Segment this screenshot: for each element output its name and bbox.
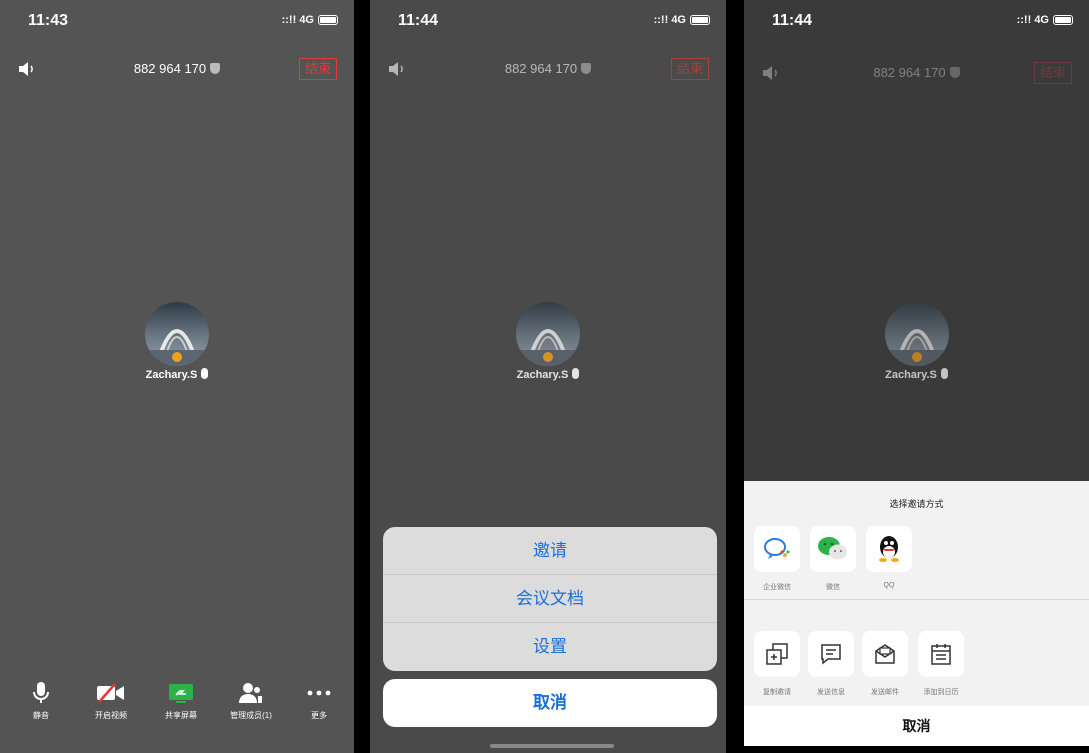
- send-mail-option[interactable]: 发送邮件: [858, 631, 912, 697]
- meeting-topbar: 882 964 170 结束: [370, 58, 726, 82]
- avatar: [516, 302, 580, 366]
- shield-icon: [581, 63, 592, 74]
- wecom-icon: [754, 526, 800, 572]
- copy-invite-option[interactable]: 复制邀请: [750, 631, 804, 697]
- status-time: 11:43: [28, 12, 69, 29]
- host-badge-icon: [911, 352, 922, 362]
- meeting-id-text: 882 964 170: [504, 61, 578, 76]
- meeting-toolbar: 静音 开启视频 共享屏幕 管理成员(1) 更多: [0, 680, 354, 730]
- manage-members-label: 管理成员(1): [230, 711, 272, 720]
- start-video-label: 开启视频: [95, 711, 127, 720]
- wechat-label: 微信: [826, 584, 840, 591]
- send-message-option[interactable]: 发送信息: [804, 631, 858, 697]
- wecom-option[interactable]: 企业微信: [750, 526, 804, 592]
- more-button[interactable]: 更多: [284, 680, 354, 721]
- more-action-sheet: 邀请 会议文档 设置: [383, 527, 717, 671]
- shield-icon: [210, 63, 221, 74]
- share-screen-label: 共享屏幕: [165, 711, 197, 720]
- battery-icon: [690, 15, 710, 25]
- send-message-label: 发送信息: [817, 689, 845, 696]
- qq-icon: [866, 526, 912, 572]
- meeting-screen-more-menu: 11:44 ::!! 4G 882 964 170 结束 Zachary.S 邀…: [370, 0, 726, 753]
- host-badge-icon: [172, 352, 182, 362]
- share-sheet-title: 选择邀请方式: [889, 499, 944, 509]
- battery-icon: [318, 15, 338, 25]
- shield-icon: [949, 67, 960, 78]
- participant-tile: Zachary.S: [370, 302, 726, 381]
- wechat-option[interactable]: 微信: [806, 526, 860, 592]
- mic-status-icon: [940, 368, 948, 379]
- qq-label: QQ: [883, 582, 895, 589]
- meeting-topbar: 882 964 170 结束: [0, 58, 354, 82]
- network-type: 4G: [671, 14, 686, 26]
- home-indicator[interactable]: [490, 744, 614, 748]
- members-icon: [216, 680, 286, 706]
- qq-option[interactable]: QQ: [862, 526, 916, 589]
- meeting-id-text: 882 964 170: [133, 61, 207, 76]
- host-badge-icon: [543, 352, 553, 362]
- participant-name-text: Zachary.S: [885, 369, 937, 381]
- mute-label: 静音: [33, 711, 49, 720]
- network-type: 4G: [299, 14, 314, 26]
- participant-tile: Zachary.S: [744, 302, 1089, 381]
- settings-menu-item[interactable]: 设置: [383, 623, 717, 671]
- status-bar: 11:44 ::!! 4G: [744, 0, 1089, 40]
- battery-icon: [1053, 15, 1073, 25]
- add-calendar-option[interactable]: 添加到日历: [914, 631, 968, 697]
- end-meeting-button: 结束: [1033, 62, 1072, 84]
- invite-menu-item[interactable]: 邀请: [383, 527, 717, 575]
- share-screen-button[interactable]: 共享屏幕: [146, 680, 216, 721]
- sheet-divider: [744, 599, 1089, 600]
- avatar: [145, 302, 209, 366]
- meeting-docs-menu-item[interactable]: 会议文档: [383, 575, 717, 623]
- cancel-button[interactable]: 取消: [744, 706, 1089, 746]
- more-icon: [284, 680, 354, 706]
- status-time: 11:44: [398, 12, 439, 29]
- meeting-screen-invite-sheet: 11:44 ::!! 4G 882 964 170 结束 Zachary.S 选…: [744, 0, 1089, 746]
- participant-name: Zachary.S: [744, 368, 1089, 381]
- avatar: [884, 302, 949, 366]
- meeting-screen-default: 11:43 ::!! 4G 882 964 170 结束 Zachary.S 静…: [0, 0, 354, 753]
- add-calendar-label: 添加到日历: [923, 689, 959, 696]
- start-video-button[interactable]: 开启视频: [76, 680, 146, 721]
- mail-icon: [862, 631, 908, 677]
- status-bar: 11:44 ::!! 4G: [370, 0, 726, 40]
- mic-status-icon: [572, 368, 580, 379]
- meeting-id-text: 882 964 170: [873, 65, 946, 80]
- cancel-button[interactable]: 取消: [383, 679, 717, 727]
- calendar-icon: [918, 631, 964, 677]
- status-time: 11:44: [772, 12, 813, 29]
- mic-status-icon: [201, 368, 209, 379]
- meeting-topbar: 882 964 170 结束: [744, 62, 1089, 86]
- end-meeting-button: 结束: [670, 58, 709, 80]
- manage-members-button[interactable]: 管理成员(1): [216, 680, 286, 721]
- status-bar: 11:43 ::!! 4G: [0, 0, 354, 40]
- network-type: 4G: [1034, 14, 1049, 26]
- signal-indicator: ::!! 4G: [654, 14, 686, 26]
- invite-share-sheet: 选择邀请方式 企业微信 微信 QQ 复制邀请 发送信息 发送邮件 添加到日历 取…: [744, 481, 1089, 746]
- signal-bars-icon: ::!!: [1016, 14, 1035, 26]
- copy-icon: [754, 631, 800, 677]
- participant-tile: Zachary.S: [0, 302, 354, 381]
- copy-invite-label: 复制邀请: [763, 689, 791, 696]
- signal-indicator: ::!! 4G: [1017, 14, 1049, 26]
- signal-bars-icon: ::!!: [281, 14, 300, 26]
- participant-name-text: Zachary.S: [516, 369, 569, 381]
- mic-icon: [6, 680, 76, 706]
- send-mail-label: 发送邮件: [871, 689, 899, 696]
- end-meeting-button[interactable]: 结束: [298, 58, 337, 80]
- signal-indicator: ::!! 4G: [282, 14, 314, 26]
- share-screen-icon: [146, 680, 216, 706]
- participant-name-text: Zachary.S: [145, 369, 198, 381]
- participant-name: Zachary.S: [370, 368, 726, 381]
- participant-name: Zachary.S: [0, 368, 354, 381]
- mute-button[interactable]: 静音: [6, 680, 76, 721]
- wechat-icon: [810, 526, 856, 572]
- wecom-label: 企业微信: [763, 584, 791, 591]
- more-label: 更多: [311, 711, 327, 720]
- video-off-icon: [76, 680, 146, 706]
- message-icon: [808, 631, 854, 677]
- signal-bars-icon: ::!!: [653, 14, 672, 26]
